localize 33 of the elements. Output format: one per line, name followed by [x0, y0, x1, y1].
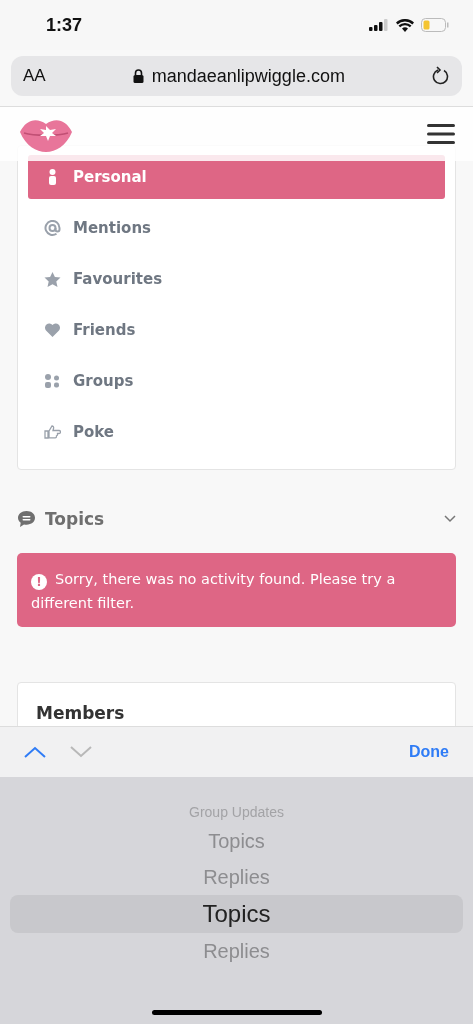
star-icon: [44, 271, 61, 287]
members-title: Members: [36, 703, 125, 723]
alert-message: ! Sorry, there was no activity found. Please try a different filter.: [31, 571, 396, 611]
menu-icon[interactable]: [427, 124, 455, 144]
lock-icon: [132, 69, 144, 83]
address-bar[interactable]: AA mandaeanlipwiggle.com: [11, 56, 462, 96]
reload-icon[interactable]: [432, 66, 450, 86]
section-title: Topics: [45, 509, 106, 529]
alert-icon: !: [31, 574, 47, 590]
wifi-icon: [396, 18, 414, 32]
battery-icon: [421, 18, 449, 32]
speech-bubble-icon: [17, 510, 36, 528]
picker-option[interactable]: Replies: [10, 859, 463, 895]
groups-icon: [44, 374, 61, 388]
signal-icon: [369, 19, 389, 31]
nav-item[interactable]: Friends: [28, 308, 445, 352]
nav-item[interactable]: Mentions: [28, 206, 445, 250]
nav-item[interactable]: Favourites: [28, 257, 445, 301]
previous-field-icon[interactable]: [24, 746, 46, 758]
status-time: 1:37: [46, 14, 83, 36]
picker-option[interactable]: Topics: [10, 823, 463, 859]
pointing-hand-icon: [44, 425, 61, 439]
picker-option[interactable]: Topics: [10, 895, 463, 933]
next-field-icon[interactable]: [70, 746, 92, 758]
done-button[interactable]: Done: [409, 739, 449, 765]
at-icon: [44, 220, 61, 236]
chevron-icon[interactable]: [444, 515, 456, 523]
text-size-button[interactable]: AA: [23, 66, 46, 86]
picker-option[interactable]: Replies: [10, 933, 463, 969]
heart-icon: [44, 323, 61, 337]
nav-item[interactable]: Poke: [28, 410, 445, 454]
url-text: mandaeanlipwiggle.com: [151, 65, 345, 87]
nav-item[interactable]: Groups: [28, 359, 445, 403]
